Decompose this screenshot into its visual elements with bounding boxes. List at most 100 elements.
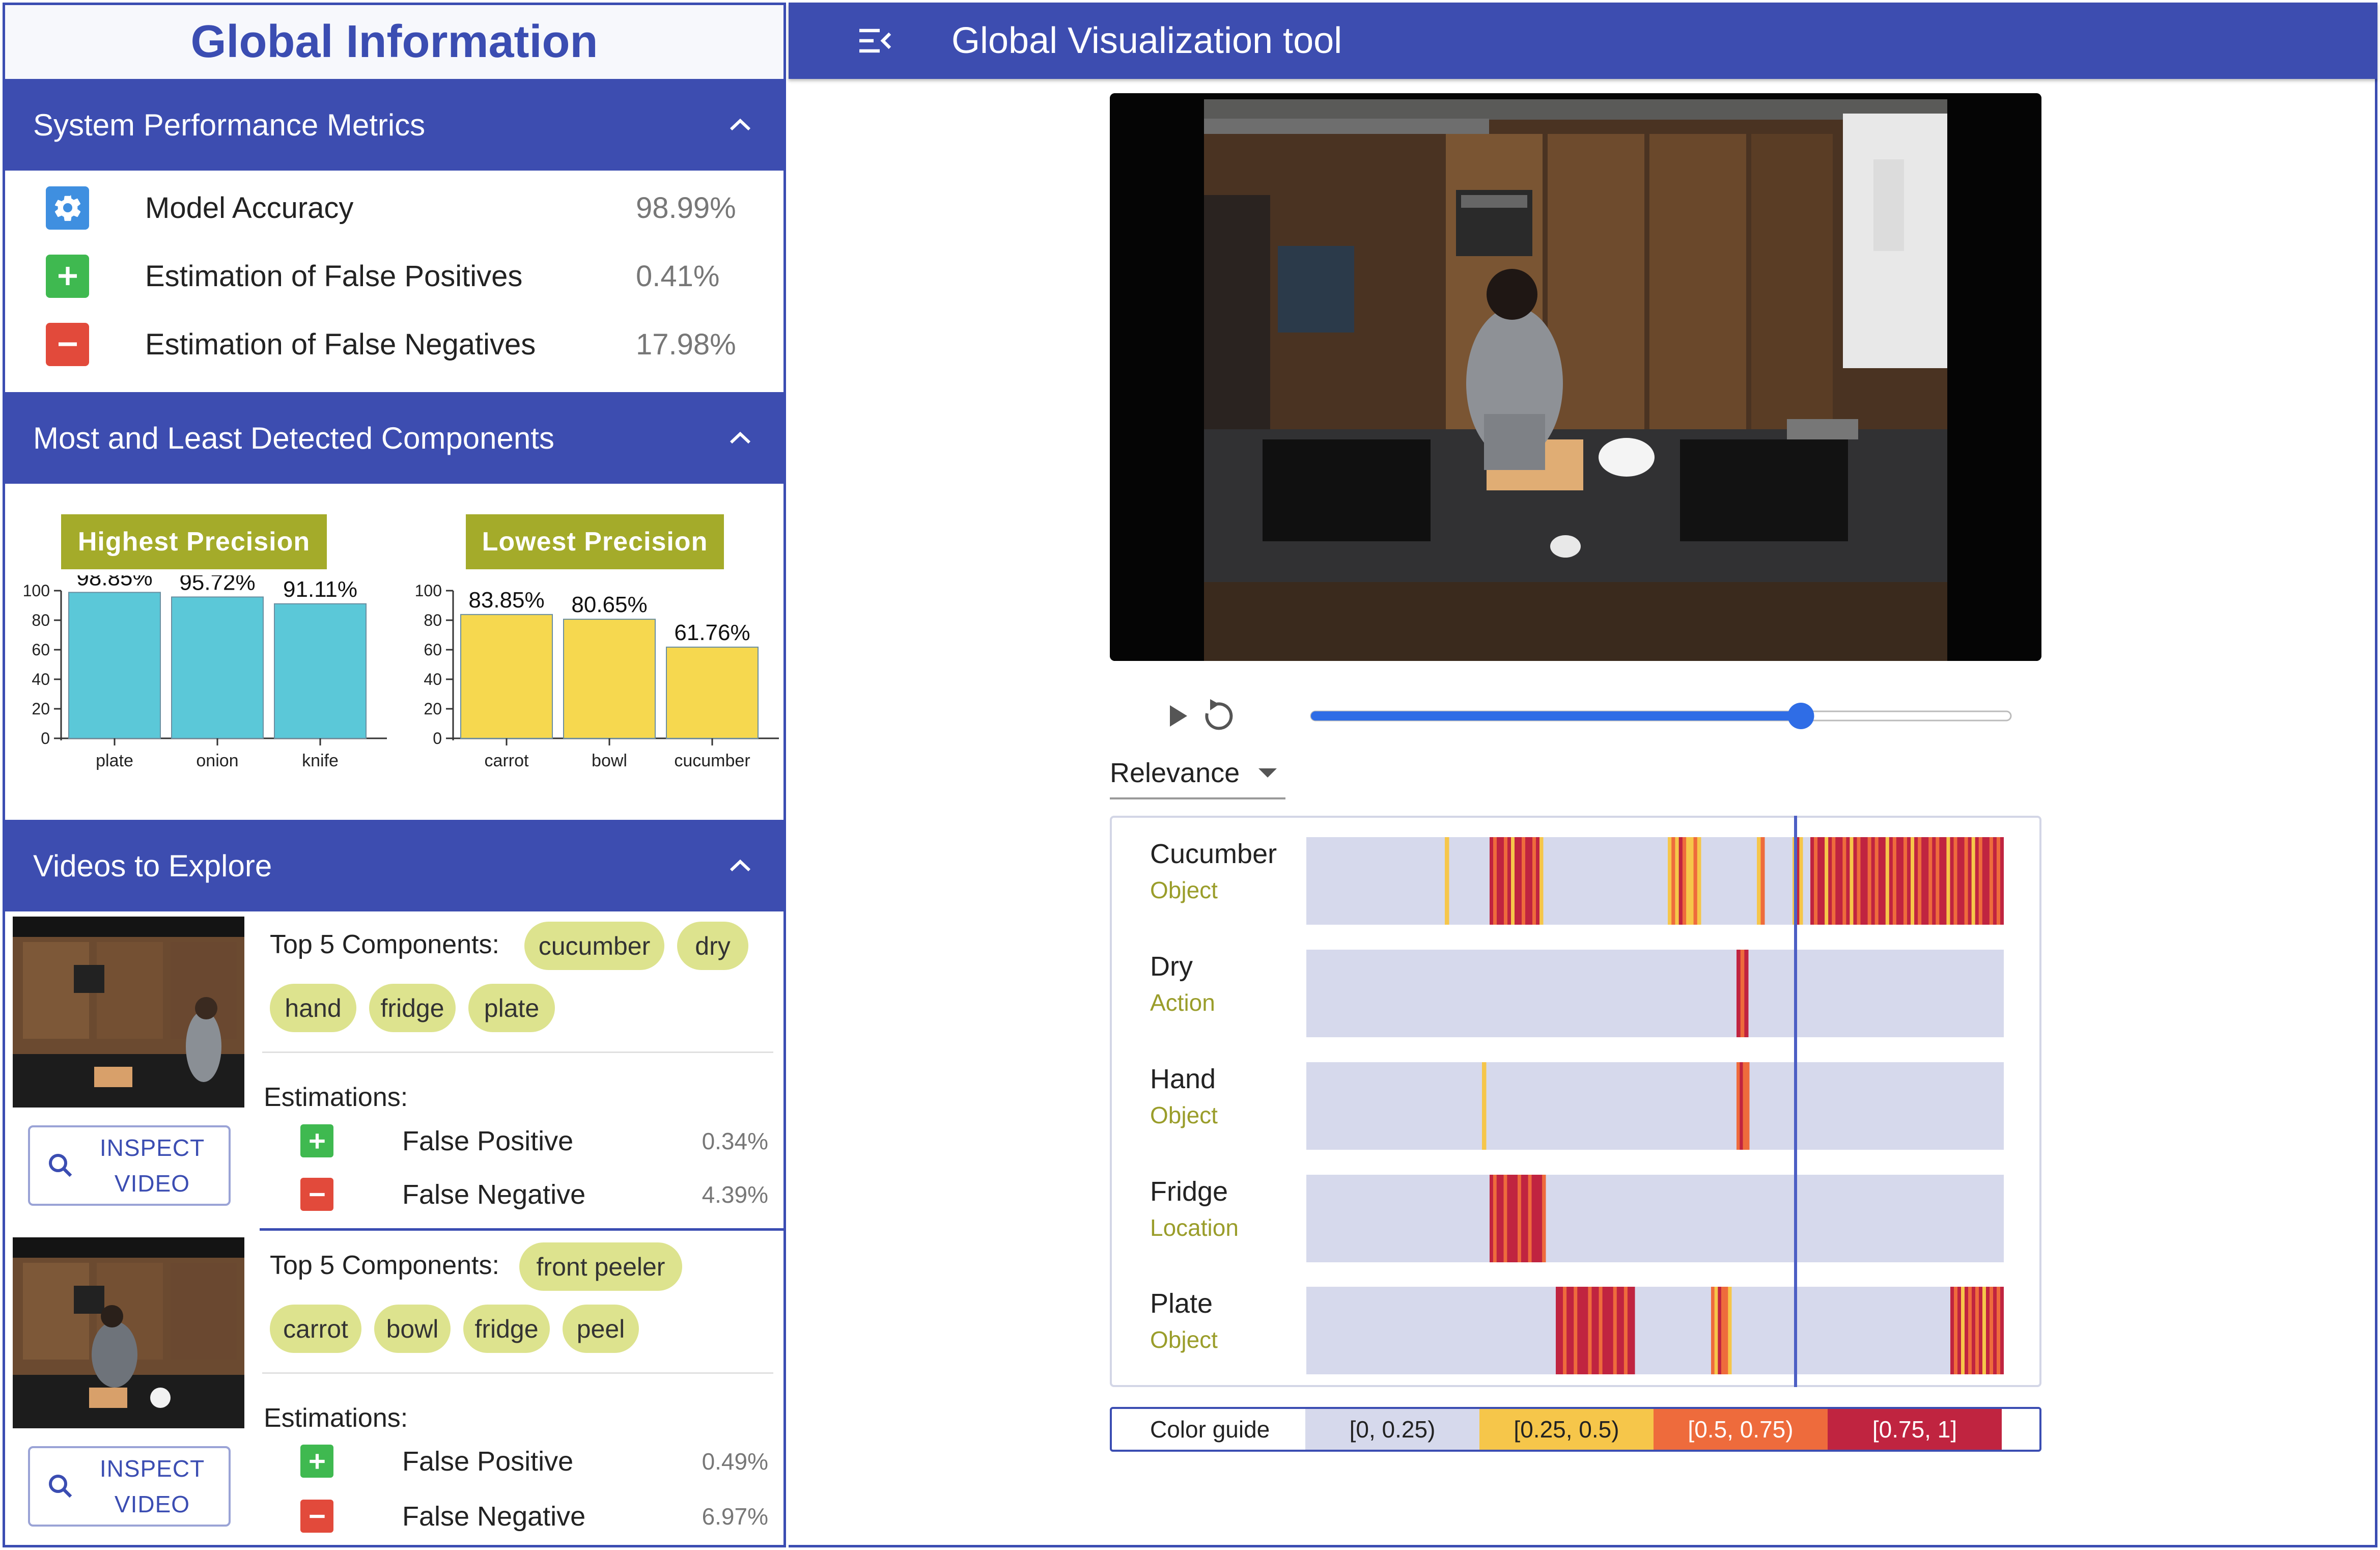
relevance-mark [1737, 1062, 1740, 1150]
component-type: Object [1150, 1102, 1218, 1128]
chevron-up-icon[interactable] [725, 850, 755, 881]
estimation-name: False Positive [402, 1446, 574, 1477]
inspect-video-button[interactable]: INSPECT VIDEO [28, 1446, 231, 1527]
relevance-mark [1978, 837, 1983, 925]
video-player[interactable] [1110, 93, 2041, 661]
global-information-panel: Global Information System Performance Me… [3, 3, 786, 1547]
relevance-mark [1518, 1175, 1522, 1262]
component-chip[interactable]: fridge [369, 984, 456, 1032]
card-divider [260, 1228, 783, 1231]
relevance-mark [1566, 1287, 1571, 1374]
relevance-mark [1957, 837, 1962, 925]
highest-precision-badge: Highest Precision [61, 514, 327, 569]
menu-collapse-icon[interactable] [857, 25, 893, 56]
lowest-bar [563, 619, 656, 739]
components-section-header[interactable]: Most and Least Detected Components [5, 392, 783, 484]
relevance-mark [1631, 1287, 1635, 1374]
y-tick-label: 80 [424, 611, 442, 629]
video-thumbnail[interactable] [13, 917, 244, 1108]
lowest-category-label: bowl [592, 751, 627, 770]
component-chip[interactable]: cucumber [524, 922, 664, 970]
component-chip[interactable]: fridge [463, 1305, 550, 1353]
relevance-mark [1867, 837, 1872, 925]
relevance-mark [1946, 837, 1950, 925]
relevance-mark [1531, 1175, 1535, 1262]
inspect-video-button[interactable]: INSPECT VIDEO [28, 1125, 231, 1206]
relevance-mark [1602, 1287, 1607, 1374]
relevance-mark [1510, 1175, 1515, 1262]
time-cursor[interactable] [1794, 816, 1797, 1387]
relevance-mark [1686, 837, 1690, 925]
estimations-label: Estimations: [264, 1403, 408, 1433]
component-chip[interactable]: bowl [374, 1305, 451, 1353]
performance-metrics: Model Accuracy 98.99% Estimation of Fals… [5, 171, 783, 392]
timeline-track[interactable] [1306, 1062, 2004, 1150]
y-tick-label: 80 [32, 611, 50, 629]
estimation-name: False Negative [402, 1179, 586, 1210]
relevance-mark [1514, 1175, 1518, 1262]
relevance-mark [1623, 1287, 1628, 1374]
videos-section-header[interactable]: Videos to Explore [5, 820, 783, 911]
relevance-mark [1518, 837, 1522, 925]
metric-label: Estimation of False Positives [145, 259, 523, 293]
estimation-value: 0.34% [702, 1127, 768, 1154]
relevance-mark [1529, 837, 1533, 925]
component-chip[interactable]: front peeler [519, 1242, 682, 1291]
color-guide-bin: [0.5, 0.75) [1654, 1409, 1828, 1450]
relevance-mark [1989, 837, 1994, 925]
relevance-mark [1842, 837, 1846, 925]
relevance-mark [1542, 1175, 1546, 1262]
timeline-row: Cucumber Object [1112, 818, 2039, 925]
performance-section-header[interactable]: System Performance Metrics [5, 79, 783, 171]
lowest-bar [666, 646, 759, 739]
highest-bar [274, 603, 367, 739]
relevance-mark [1714, 1287, 1718, 1374]
component-chip[interactable]: plate [468, 984, 555, 1032]
inspect-label-line2: VIDEO [114, 1491, 190, 1517]
play-icon[interactable] [1170, 705, 1187, 727]
relevance-mark [1964, 837, 1969, 925]
relevance-mark [1950, 837, 1954, 925]
component-chip[interactable]: hand [270, 984, 356, 1032]
timeline-track[interactable] [1306, 950, 2004, 1037]
relevance-mark [1445, 837, 1449, 925]
relevance-mark [1903, 837, 1908, 925]
y-tick-label: 20 [32, 700, 50, 718]
minus-icon [300, 1500, 333, 1533]
timeline-track[interactable] [1306, 1175, 2004, 1262]
timeline-track[interactable] [1306, 837, 2004, 925]
estimation-false-negative: False Negative 4.39% [300, 1175, 768, 1213]
relevance-mark [1507, 837, 1511, 925]
component-chip[interactable]: dry [677, 922, 748, 970]
chevron-up-icon[interactable] [725, 423, 755, 453]
highest-value-label: 95.72% [179, 575, 255, 595]
relevance-mark [1857, 837, 1861, 925]
sort-select[interactable]: Relevance [1110, 749, 1285, 799]
component-chip[interactable]: peel [563, 1305, 639, 1353]
components-charts: Highest Precision Lowest Precision 0 20 40… [5, 484, 783, 820]
relevance-mark [1620, 1287, 1625, 1374]
lowest-value-label: 61.76% [674, 620, 750, 645]
component-chip[interactable]: carrot [270, 1305, 361, 1353]
estimation-false-positive: False Positive 0.49% [300, 1442, 768, 1480]
replay-icon[interactable] [1205, 699, 1233, 730]
metric-label: Estimation of False Negatives [145, 327, 536, 361]
top5-label: Top 5 Components: [270, 1251, 499, 1280]
relevance-mark [1971, 837, 1976, 925]
relevance-mark [1737, 950, 1741, 1037]
relevance-mark [1943, 837, 1947, 925]
component-type: Location [1150, 1214, 1239, 1241]
chevron-up-icon[interactable] [725, 109, 755, 140]
relevance-mark [1853, 837, 1857, 925]
metric-false-negatives: Estimation of False Negatives 17.98% [46, 321, 753, 367]
timeline-track[interactable] [1306, 1287, 2004, 1374]
relevance-mark [1892, 837, 1897, 925]
video-thumbnail[interactable] [13, 1237, 244, 1428]
panel-title: Global Information [5, 5, 783, 79]
estimation-value: 6.97% [702, 1503, 768, 1530]
progress-handle[interactable] [1787, 703, 1814, 729]
relevance-mark [1760, 837, 1765, 925]
relevance-mark [1678, 837, 1683, 925]
relevance-mark [1493, 1175, 1497, 1262]
app-title: Global Visualization tool [951, 20, 1342, 61]
